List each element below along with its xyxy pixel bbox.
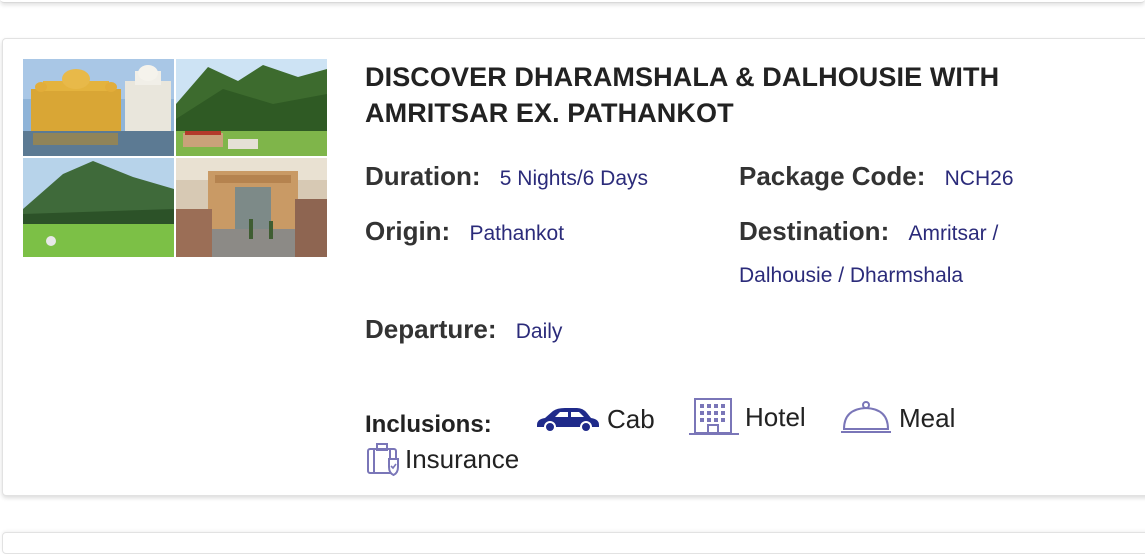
inclusion-insurance: Insurance xyxy=(365,441,519,477)
inclusion-meal: Meal xyxy=(839,399,955,437)
inclusion-cab-label: Cab xyxy=(607,403,655,434)
destination-value-line2: Dalhousie / Dharmshala xyxy=(739,264,964,287)
package-card: DISCOVER DHARAMSHALA & DALHOUSIE WITH AM… xyxy=(2,38,1145,496)
package-details: DISCOVER DHARAMSHALA & DALHOUSIE WITH AM… xyxy=(365,59,1125,477)
duration-label: Duration: xyxy=(365,161,481,191)
destination-row: Destination: Amritsar / xyxy=(739,216,998,247)
car-icon xyxy=(537,408,599,433)
inclusion-hotel: Hotel xyxy=(687,397,806,437)
departure-value: Daily xyxy=(515,320,563,343)
destination-label: Destination: xyxy=(739,216,890,246)
package-code-label: Package Code: xyxy=(739,161,926,191)
inclusions-label: Inclusions: xyxy=(365,411,492,438)
package-code-row: Package Code: NCH26 xyxy=(739,161,1014,192)
inclusion-cab: Cab xyxy=(533,403,655,435)
package-title[interactable]: DISCOVER DHARAMSHALA & DALHOUSIE WITH AM… xyxy=(365,59,1125,131)
departure-label: Departure: xyxy=(365,314,497,344)
destination-value-line1: Amritsar / xyxy=(908,222,999,245)
previous-package-card xyxy=(0,0,1145,3)
inclusion-hotel-label: Hotel xyxy=(745,401,806,432)
origin-label: Origin: xyxy=(365,216,451,246)
origin-row: Origin: Pathankot xyxy=(365,216,564,247)
golden-temple-photo xyxy=(23,59,174,156)
inclusion-meal-label: Meal xyxy=(899,402,956,433)
hotel-icon xyxy=(689,398,739,435)
collage-image xyxy=(23,59,327,257)
hill-meadow-photo xyxy=(176,59,327,156)
departure-row: Departure: Daily xyxy=(365,314,562,345)
duration-row: Duration: 5 Nights/6 Days xyxy=(365,161,648,192)
border-gate-photo xyxy=(176,158,327,257)
duration-value: 5 Nights/6 Days xyxy=(499,167,649,190)
origin-value: Pathankot xyxy=(469,222,565,245)
mountain-meadow-photo xyxy=(23,158,174,257)
inclusion-insurance-label: Insurance xyxy=(405,443,520,474)
next-package-card xyxy=(2,532,1145,554)
meal-cloche-icon xyxy=(841,401,891,433)
package-image-collage[interactable] xyxy=(23,59,327,257)
package-code-value: NCH26 xyxy=(944,167,1014,190)
insurance-icon xyxy=(367,443,399,477)
